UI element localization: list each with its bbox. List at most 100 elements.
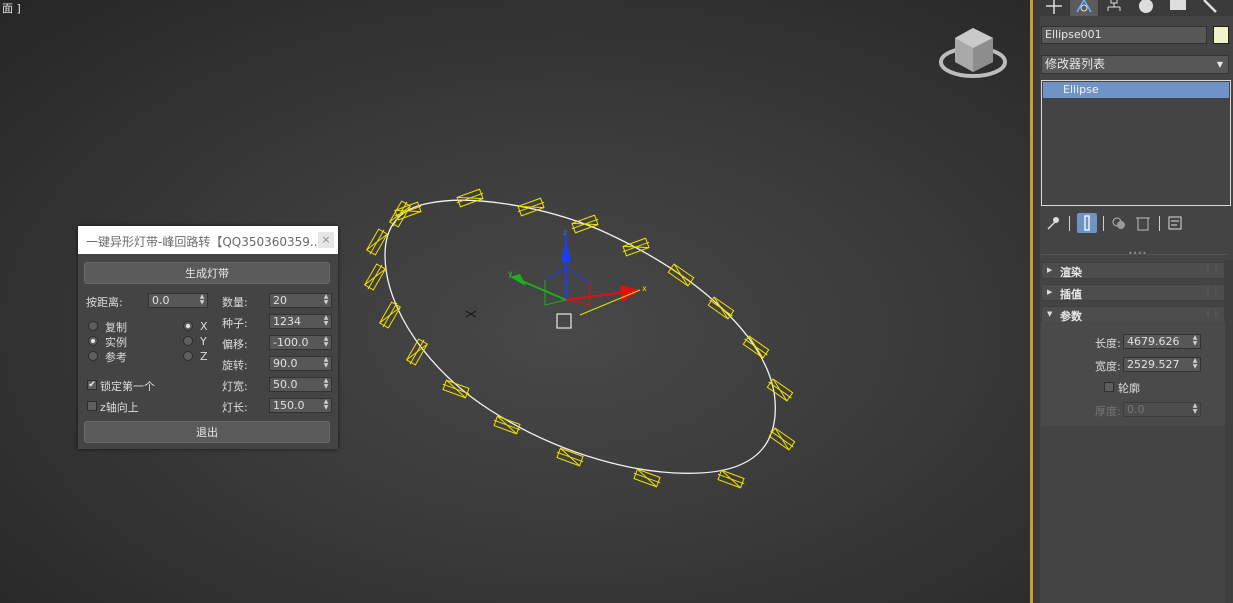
- plus-icon: [1046, 0, 1062, 14]
- rollout-render-title: 渲染: [1060, 266, 1082, 279]
- expand-arrow-icon: ▶: [1047, 266, 1053, 274]
- radio-reference[interactable]: [88, 351, 98, 361]
- dialog-titlebar[interactable]: 一键异形灯带-峰回路转【QQ350360359... ×: [78, 226, 338, 254]
- light-gizmo[interactable]: [441, 379, 471, 399]
- stack-toolbar: [1041, 213, 1231, 235]
- spinner-arrows-icon[interactable]: ▲ ▼: [1191, 358, 1199, 371]
- radio-copy[interactable]: [88, 321, 98, 331]
- object-color-swatch[interactable]: [1213, 26, 1229, 44]
- light-length-value: 150.0: [273, 399, 305, 412]
- seed-label: 种子:: [222, 317, 248, 330]
- exit-button[interactable]: 退出: [84, 421, 330, 443]
- count-spinner[interactable]: 20 ▲ ▼: [269, 293, 332, 308]
- modifier-stack[interactable]: Ellipse: [1041, 80, 1231, 206]
- modifier-list-dropdown[interactable]: 修改器列表 ▼: [1041, 55, 1229, 74]
- rollout-parameters[interactable]: ▼ 参数 ⋮⋮: [1041, 306, 1225, 323]
- spinner-arrows-icon[interactable]: ▲ ▼: [322, 315, 330, 328]
- length-label: 长度:: [1095, 337, 1121, 350]
- hierarchy-tab[interactable]: [1100, 0, 1128, 16]
- light-gizmo[interactable]: [742, 335, 771, 359]
- spinner-arrows-icon[interactable]: ▲ ▼: [322, 357, 330, 370]
- divider: [1041, 254, 1228, 255]
- light-width-value: 50.0: [273, 378, 298, 391]
- light-gizmo[interactable]: [716, 469, 746, 489]
- gizmo-y-label: y: [508, 269, 513, 278]
- light-gizmo[interactable]: [363, 262, 387, 291]
- light-gizmo[interactable]: [492, 415, 522, 435]
- distance-spinner[interactable]: 0.0 ▲ ▼: [148, 293, 208, 308]
- spinner-arrows-icon[interactable]: ▲ ▼: [322, 294, 330, 307]
- display-tab[interactable]: [1164, 0, 1192, 16]
- length-spinner[interactable]: 4679.626 ▲ ▼: [1123, 334, 1201, 349]
- radio-instance[interactable]: [88, 336, 98, 346]
- spinner-arrows-icon[interactable]: ▲ ▼: [1191, 335, 1199, 348]
- configure-modifier-sets-icon[interactable]: [1165, 213, 1185, 233]
- modify-tab[interactable]: [1070, 0, 1098, 16]
- width-value: 2529.527: [1127, 358, 1180, 371]
- thickness-value: 0.0: [1127, 403, 1145, 416]
- spinner-arrows-icon[interactable]: ▲ ▼: [322, 336, 330, 349]
- light-gizmo[interactable]: [667, 263, 696, 287]
- rollout-grip-icon: ⋮⋮: [1204, 264, 1220, 273]
- light-length-spinner[interactable]: 150.0 ▲ ▼: [269, 398, 332, 413]
- z-up-checkbox[interactable]: [87, 401, 97, 411]
- rotation-value: 90.0: [273, 357, 298, 370]
- remove-modifier-icon[interactable]: [1133, 213, 1153, 233]
- light-gizmo[interactable]: [766, 378, 795, 402]
- viewcube-icon: [939, 28, 1007, 78]
- z-up-label: z轴向上: [100, 401, 139, 414]
- distance-value: 0.0: [152, 294, 170, 307]
- parameters-body: 长度: 4679.626 ▲ ▼ 宽度: 2529.527 ▲ ▼ 轮廓 厚度: 0…: [1041, 322, 1225, 426]
- radio-copy-label: 复制: [105, 321, 127, 334]
- rollout-render[interactable]: ▶ 渲染 ⋮⋮: [1041, 262, 1225, 279]
- length-value: 4679.626: [1127, 335, 1180, 348]
- create-tab[interactable]: [1040, 0, 1068, 16]
- radio-axis-z-label: Z: [200, 350, 208, 363]
- seed-value: 1234: [273, 315, 301, 328]
- object-name-field[interactable]: Ellipse001: [1041, 26, 1207, 44]
- dialog-title: 一键异形灯带-峰回路转【QQ350360359...: [86, 235, 322, 249]
- radio-axis-y[interactable]: [183, 336, 193, 346]
- lock-first-label: 锁定第一个: [100, 380, 155, 393]
- spinner-arrows-icon: ▲ ▼: [1192, 402, 1198, 415]
- offset-spinner[interactable]: -100.0 ▲ ▼: [269, 335, 332, 350]
- stack-item-ellipse[interactable]: Ellipse: [1043, 82, 1229, 98]
- light-width-spinner[interactable]: 50.0 ▲ ▼: [269, 377, 332, 392]
- seed-spinner[interactable]: 1234 ▲ ▼: [269, 314, 332, 329]
- modifier-list-label: 修改器列表: [1045, 57, 1106, 71]
- light-gizmos: [363, 188, 796, 489]
- viewport-active-border: [1030, 0, 1033, 603]
- rollout-interpolation[interactable]: ▶ 插值 ⋮⋮: [1041, 284, 1225, 301]
- pin-stack-icon[interactable]: [1043, 213, 1063, 233]
- make-unique-icon[interactable]: [1109, 213, 1129, 233]
- show-end-result-icon[interactable]: [1077, 213, 1097, 233]
- radio-axis-z[interactable]: [183, 351, 193, 361]
- spinner-arrows-icon[interactable]: ▲ ▼: [322, 399, 330, 412]
- light-gizmo[interactable]: [378, 300, 402, 329]
- width-spinner[interactable]: 2529.527 ▲ ▼: [1123, 357, 1201, 372]
- toolbar-separator: [1159, 216, 1160, 231]
- distance-label: 按距离:: [86, 296, 123, 309]
- utilities-tab[interactable]: [1196, 0, 1224, 16]
- dialog-close-button[interactable]: ×: [318, 232, 334, 248]
- panel-scrollbar[interactable]: [1225, 260, 1233, 603]
- display-icon: [1170, 0, 1186, 10]
- light-gizmo[interactable]: [570, 214, 600, 234]
- light-gizmo[interactable]: [455, 188, 485, 208]
- light-gizmo[interactable]: [388, 199, 412, 228]
- outline-checkbox[interactable]: [1104, 382, 1114, 392]
- radio-reference-label: 参考: [105, 351, 127, 364]
- radio-axis-x[interactable]: [183, 321, 193, 331]
- spinner-arrows-icon[interactable]: ▲ ▼: [198, 294, 206, 307]
- radio-axis-y-label: Y: [200, 335, 207, 348]
- expand-arrow-icon: ▶: [1047, 288, 1053, 296]
- generate-button[interactable]: 生成灯带: [84, 262, 330, 284]
- spinner-arrows-icon[interactable]: ▲ ▼: [322, 378, 330, 391]
- panel-edge: [1036, 0, 1040, 603]
- lock-first-checkbox[interactable]: ✔: [87, 380, 97, 390]
- thickness-label: 厚度:: [1095, 405, 1121, 418]
- light-gizmo[interactable]: [516, 197, 546, 217]
- rollout-grip-icon: ⋮⋮: [1204, 308, 1220, 317]
- rotation-spinner[interactable]: 90.0 ▲ ▼: [269, 356, 332, 371]
- motion-tab[interactable]: [1132, 0, 1160, 16]
